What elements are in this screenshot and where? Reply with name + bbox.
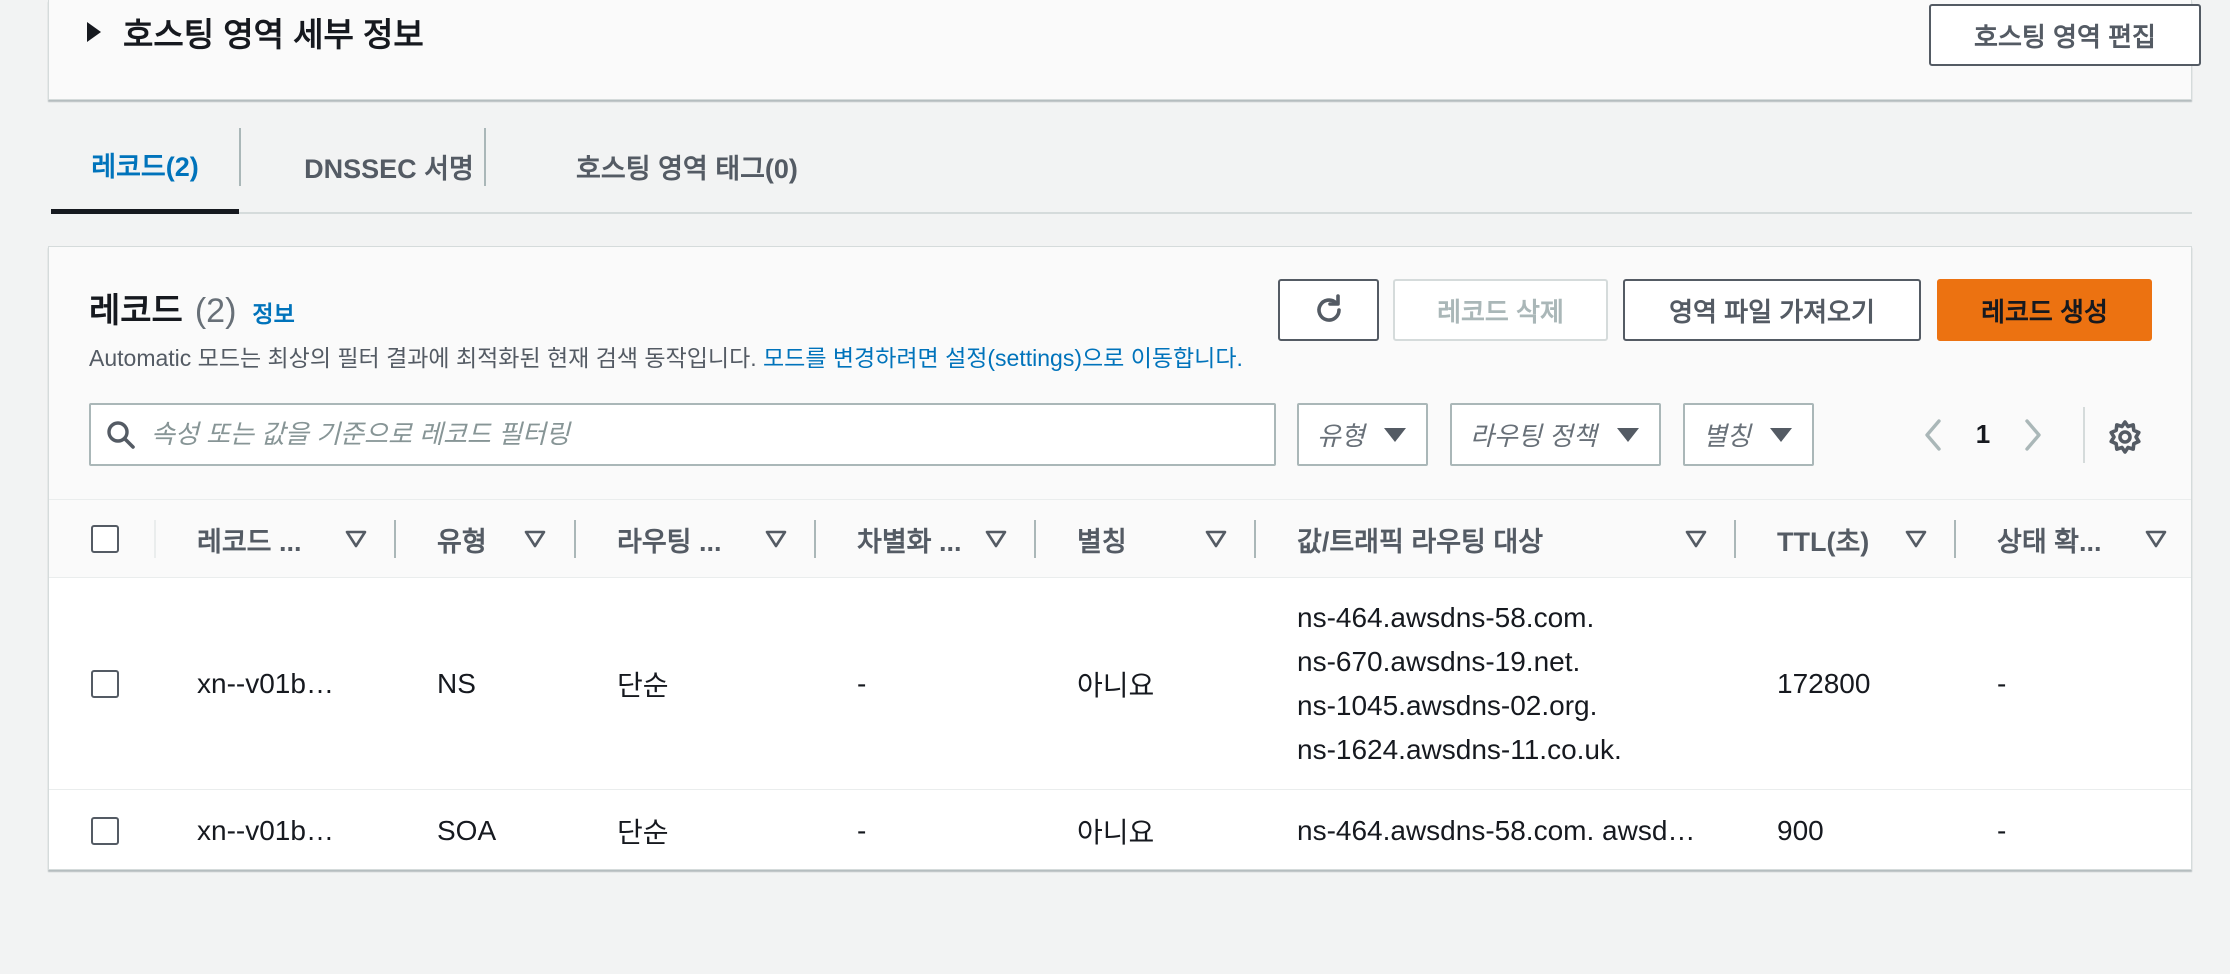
refresh-icon	[1316, 294, 1341, 322]
health-check-cell: -	[1997, 668, 2007, 699]
pagination-divider	[2083, 407, 2085, 463]
sort-icon[interactable]	[765, 530, 787, 548]
info-link[interactable]: 정보	[252, 295, 294, 329]
caret-down-icon	[1384, 427, 1406, 442]
table-row[interactable]: xn--v01b… NS 단순 - 아니요 ns-464.awsdns-58.c…	[49, 578, 2191, 790]
ttl-cell: 172800	[1777, 668, 1871, 699]
records-title-group: 레코드 (2) 정보	[89, 283, 295, 332]
column-header-routing-policy[interactable]: 라우팅 ...	[617, 500, 722, 578]
alias-filter-label: 별칭	[1703, 421, 1751, 451]
type-filter-select[interactable]: 유형	[1297, 403, 1428, 466]
row-checkbox[interactable]	[91, 817, 119, 845]
table-header-row: 레코드 ... 유형 라우팅 ... 차별화 ... 별칭 값/트래픽 라우팅 …	[49, 500, 2191, 578]
routing-policy-cell: 단순	[617, 817, 669, 848]
hosted-zone-details-title: 호스팅 영역 세부 정보	[123, 16, 424, 53]
column-divider	[1954, 520, 1956, 558]
column-header-differentiator[interactable]: 차별화 ...	[857, 500, 962, 578]
caret-down-icon	[1770, 427, 1792, 442]
column-header-value[interactable]: 값/트래픽 라우팅 대상	[1297, 500, 1543, 578]
routing-filter-label: 라우팅 정책	[1470, 421, 1597, 451]
hosted-zone-details-panel: 호스팅 영역 세부 정보 호스팅 영역 편집	[48, 0, 2201, 100]
sort-icon[interactable]	[1205, 530, 1227, 548]
differentiator-cell: -	[857, 668, 867, 699]
alias-cell: 아니요	[1077, 670, 1155, 701]
column-header-type[interactable]: 유형	[437, 500, 487, 578]
value-line: ns-670.awsdns-19.net.	[1297, 646, 1581, 677]
column-divider	[814, 520, 816, 558]
caret-right-icon	[87, 22, 101, 42]
create-record-button[interactable]: 레코드 생성	[1937, 279, 2152, 341]
tab-hosted-zone-tags[interactable]: 호스팅 영역 태그(0)	[487, 120, 887, 212]
refresh-button[interactable]	[1278, 279, 1379, 341]
record-name-cell[interactable]: xn--v01b…	[197, 578, 334, 790]
delete-record-button[interactable]: 레코드 삭제	[1393, 279, 1608, 341]
column-divider	[574, 520, 576, 558]
column-header-health-check[interactable]: 상태 확...	[1997, 500, 2102, 578]
value-cell: ns-464.awsdns-58.com. ns-670.awsdns-19.n…	[1297, 596, 1622, 772]
table-row[interactable]: xn--v01b… SOA 단순 - 아니요 ns-464.awsdns-58.…	[49, 790, 2191, 869]
sort-icon[interactable]	[2145, 530, 2167, 548]
records-panel-header: 레코드 (2) 정보 Automatic 모드는 최상의 필터 결과에 최적화된…	[49, 247, 2191, 500]
column-header-alias[interactable]: 별칭	[1077, 500, 1127, 578]
hosted-zone-details-toggle[interactable]: 호스팅 영역 세부 정보	[87, 8, 424, 56]
column-header-record-name[interactable]: 레코드 ...	[197, 500, 302, 578]
column-header-ttl[interactable]: TTL(초)	[1777, 500, 1869, 578]
tab-divider	[239, 128, 241, 186]
record-filter-input[interactable]	[151, 405, 1274, 464]
records-count: (2)	[194, 292, 237, 330]
edit-hosted-zone-button[interactable]: 호스팅 영역 편집	[1929, 4, 2201, 66]
column-divider	[154, 520, 156, 558]
records-description-text: Automatic 모드는 최상의 필터 결과에 최적화된 현재 검색 동작입니…	[89, 345, 757, 371]
type-filter-label: 유형	[1317, 421, 1365, 451]
record-filter-search	[89, 403, 1276, 466]
change-mode-settings-link[interactable]: 모드를 변경하려면 설정(settings)으로 이동합니다.	[763, 345, 1243, 371]
column-divider	[1734, 520, 1736, 558]
caret-down-icon	[1617, 427, 1639, 442]
tab-bar: 레코드(2) DNSSEC 서명 호스팅 영역 태그(0)	[51, 120, 2192, 214]
pagination: 1	[1913, 403, 2053, 466]
column-divider	[394, 520, 396, 558]
routing-policy-filter-select[interactable]: 라우팅 정책	[1450, 403, 1661, 466]
search-icon	[91, 405, 151, 464]
column-divider	[1034, 520, 1036, 558]
sort-icon[interactable]	[345, 530, 367, 548]
alias-cell: 아니요	[1077, 817, 1155, 848]
select-all-checkbox[interactable]	[91, 525, 119, 553]
records-panel: 레코드 (2) 정보 Automatic 모드는 최상의 필터 결과에 최적화된…	[48, 246, 2192, 870]
column-divider	[1254, 520, 1256, 558]
routing-policy-cell: 단순	[617, 670, 669, 701]
tab-records[interactable]: 레코드(2)	[51, 120, 239, 214]
alias-filter-select[interactable]: 별칭	[1683, 403, 1814, 466]
value-line: ns-1624.awsdns-11.co.uk.	[1297, 734, 1622, 765]
sort-icon[interactable]	[985, 530, 1007, 548]
row-checkbox[interactable]	[91, 670, 119, 698]
value-line: ns-1045.awsdns-02.org.	[1297, 690, 1598, 721]
differentiator-cell: -	[857, 815, 867, 846]
sort-icon[interactable]	[1905, 530, 1927, 548]
records-title: 레코드	[89, 292, 183, 330]
value-cell: ns-464.awsdns-58.com. awsd…	[1297, 815, 1696, 846]
import-zone-file-button[interactable]: 영역 파일 가져오기	[1623, 279, 1921, 341]
ttl-cell: 900	[1777, 815, 1824, 846]
sort-icon[interactable]	[1685, 530, 1707, 548]
settings-gear-icon[interactable]	[2105, 417, 2145, 457]
health-check-cell: -	[1997, 815, 2007, 846]
record-type-cell: NS	[437, 668, 476, 699]
records-description: Automatic 모드는 최상의 필터 결과에 최적화된 현재 검색 동작입니…	[89, 339, 1243, 373]
tab-divider	[484, 128, 486, 186]
value-line: ns-464.awsdns-58.com.	[1297, 602, 1595, 633]
page-number[interactable]: 1	[1953, 419, 2013, 450]
sort-icon[interactable]	[524, 530, 546, 548]
record-name-cell[interactable]: xn--v01b…	[197, 790, 334, 869]
next-page-icon[interactable]	[2013, 403, 2053, 466]
previous-page-icon[interactable]	[1913, 403, 1953, 466]
record-type-cell: SOA	[437, 815, 497, 846]
